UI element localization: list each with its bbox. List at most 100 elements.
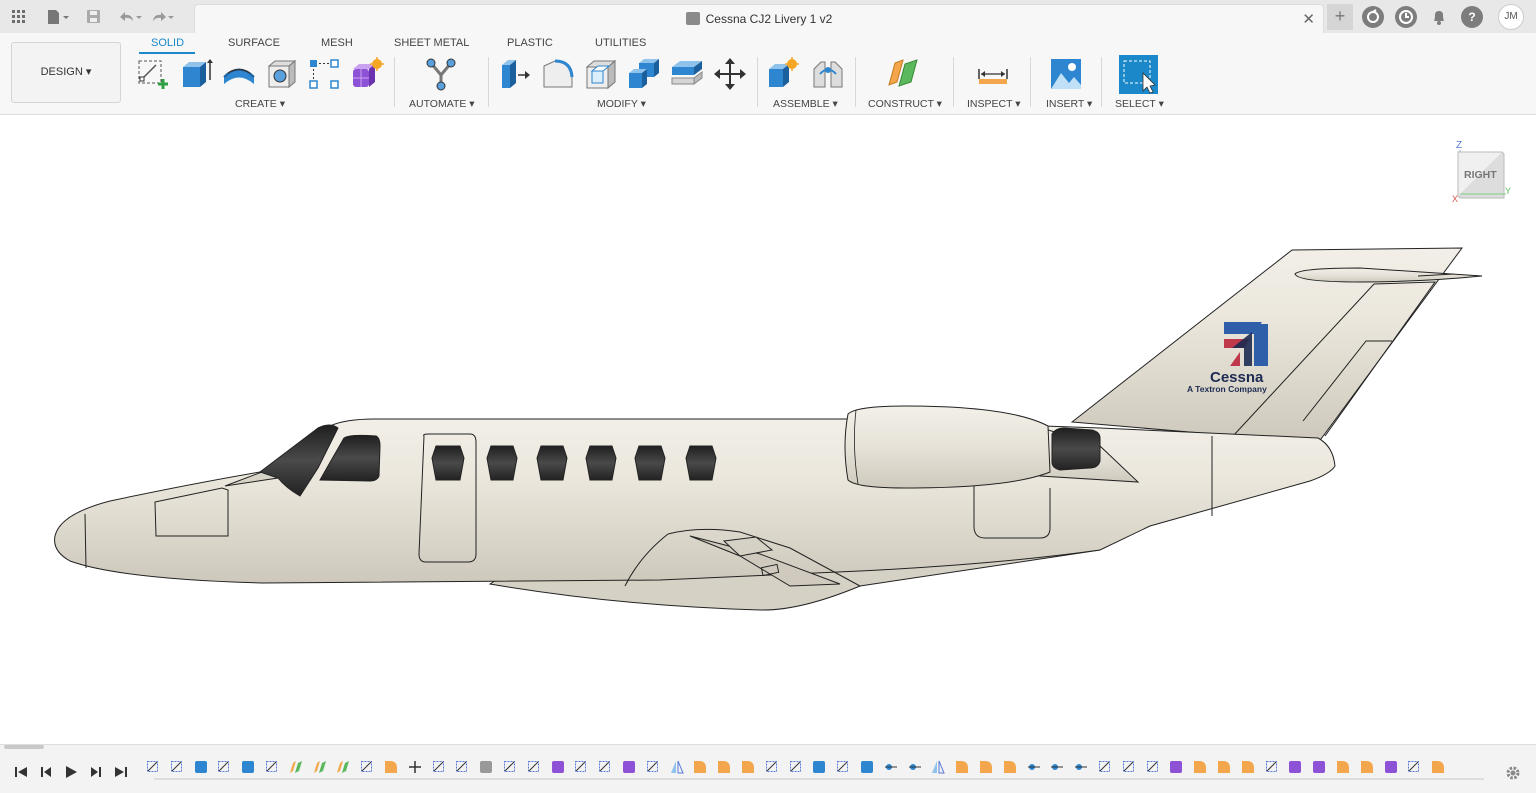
first-icon[interactable] xyxy=(8,765,33,781)
timeline-feature-plane-icon[interactable] xyxy=(336,760,350,774)
timeline-feature-sketch-icon[interactable] xyxy=(1407,760,1421,774)
timeline-feature-sketch-icon[interactable] xyxy=(1146,760,1160,774)
new-tab-button[interactable]: + xyxy=(1327,4,1353,30)
timeline-feature-form-icon[interactable] xyxy=(551,760,565,774)
cabin-window-2[interactable] xyxy=(486,445,518,481)
timeline-feature-fillet-icon[interactable] xyxy=(693,760,707,774)
timeline-feature-fillet-icon[interactable] xyxy=(1217,760,1231,774)
create-form-icon[interactable] xyxy=(350,57,384,91)
canvas-viewport[interactable]: Cessna A Textron Company Z RIGHT Y X xyxy=(0,116,1536,744)
workspace-switcher[interactable]: DESIGN ▾ xyxy=(11,42,121,103)
rectangular-pattern-icon[interactable] xyxy=(307,57,341,91)
insert-image-icon[interactable] xyxy=(1049,57,1083,91)
timeline-feature-plane-icon[interactable] xyxy=(289,760,303,774)
help-icon[interactable]: ? xyxy=(1461,5,1483,28)
aircraft-model[interactable]: Cessna A Textron Company xyxy=(0,116,1536,744)
timeline-feature-fillet-icon[interactable] xyxy=(384,760,398,774)
tab-mesh[interactable]: MESH xyxy=(321,37,353,49)
notifications-icon[interactable] xyxy=(1428,6,1450,28)
timeline-feature-sketch-icon[interactable] xyxy=(1265,760,1279,774)
extrude-icon[interactable] xyxy=(179,57,213,91)
timeline-feature-sketch-icon[interactable] xyxy=(1098,760,1112,774)
cabin-window-6[interactable] xyxy=(685,445,717,481)
timeline-feature-mirror-icon[interactable] xyxy=(670,760,684,774)
timeline-feature-mirror-icon[interactable] xyxy=(931,760,946,774)
timeline-feature-fillet-icon[interactable] xyxy=(955,760,969,774)
timeline-feature-sketch-icon[interactable] xyxy=(646,760,660,774)
close-tab-button[interactable]: ✕ xyxy=(1302,10,1315,28)
play-icon[interactable] xyxy=(58,765,83,781)
timeline-feature-fillet-icon[interactable] xyxy=(1193,760,1207,774)
timeline-scrollbar[interactable] xyxy=(4,745,44,749)
last-icon[interactable] xyxy=(108,765,133,781)
tab-sheet-metal[interactable]: SHEET METAL xyxy=(394,37,469,49)
timeline-feature-sketch-icon[interactable] xyxy=(146,760,160,774)
job-status-icon[interactable] xyxy=(1395,5,1417,28)
timeline-feature-fillet-icon[interactable] xyxy=(1431,760,1445,774)
press-pull-icon[interactable] xyxy=(498,57,532,91)
cabin-window-1[interactable] xyxy=(431,445,465,481)
redo-icon[interactable] xyxy=(148,6,176,28)
timeline-feature-sketch-icon[interactable] xyxy=(503,760,517,774)
timeline-feature-plane-icon[interactable] xyxy=(313,760,327,774)
viewcube[interactable]: Z RIGHT Y X xyxy=(1450,136,1511,206)
combine-icon[interactable] xyxy=(627,57,661,91)
engine-exhaust[interactable] xyxy=(1051,427,1101,471)
cabin-window-5[interactable] xyxy=(634,445,666,481)
offset-plane-icon[interactable] xyxy=(886,57,920,91)
timeline-feature-joint-icon[interactable] xyxy=(1050,760,1064,774)
tab-plastic[interactable]: PLASTIC xyxy=(507,37,553,49)
create-menu[interactable]: CREATE ▾ xyxy=(235,98,285,110)
timeline-feature-joint-icon[interactable] xyxy=(884,760,898,774)
inspect-menu[interactable]: INSPECT ▾ xyxy=(967,98,1021,110)
timeline-feature-fillet-icon[interactable] xyxy=(1336,760,1350,774)
file-icon[interactable] xyxy=(44,6,72,28)
tab-utilities[interactable]: UTILITIES xyxy=(595,37,646,49)
create-sketch-icon[interactable] xyxy=(136,57,170,91)
timeline-feature-sketch-icon[interactable] xyxy=(598,760,612,774)
timeline-feature-sketch-icon[interactable] xyxy=(765,760,779,774)
timeline-feature-joint-icon[interactable] xyxy=(1074,760,1088,774)
timeline-feature-joint-icon[interactable] xyxy=(908,760,922,774)
timeline-feature-fillet-icon[interactable] xyxy=(979,760,993,774)
timeline-feature-form-icon[interactable] xyxy=(1384,760,1398,774)
modify-menu[interactable]: MODIFY ▾ xyxy=(597,98,646,110)
select-menu[interactable]: SELECT ▾ xyxy=(1115,98,1164,110)
hole-icon[interactable] xyxy=(265,57,299,91)
timeline-feature-form-icon[interactable] xyxy=(1169,760,1183,774)
tab-surface[interactable]: SURFACE xyxy=(228,37,280,49)
save-icon[interactable] xyxy=(82,6,104,28)
timeline-feature-form-icon[interactable] xyxy=(622,760,636,774)
timeline-feature-extrude-icon[interactable] xyxy=(194,760,208,774)
move-icon[interactable] xyxy=(713,57,747,91)
timeline-feature-form-icon[interactable] xyxy=(1312,760,1326,774)
timeline-settings-gear-icon[interactable] xyxy=(1505,765,1521,786)
measure-icon[interactable] xyxy=(976,57,1010,91)
timeline-feature-sketch-icon[interactable] xyxy=(432,760,446,774)
timeline-feature-sketch-icon[interactable] xyxy=(836,760,850,774)
tab-solid[interactable]: SOLID xyxy=(151,37,184,49)
previous-icon[interactable] xyxy=(33,765,58,781)
construct-menu[interactable]: CONSTRUCT ▾ xyxy=(868,98,942,110)
timeline-feature-sketch-icon[interactable] xyxy=(789,760,803,774)
automate-icon[interactable] xyxy=(424,57,458,91)
timeline-feature-move-icon[interactable] xyxy=(408,760,422,774)
fillet-icon[interactable] xyxy=(541,57,575,91)
insert-menu[interactable]: INSERT ▾ xyxy=(1046,98,1092,110)
timeline-feature-sketch-icon[interactable] xyxy=(170,760,184,774)
assemble-menu[interactable]: ASSEMBLE ▾ xyxy=(773,98,838,110)
timeline-feature-fillet-icon[interactable] xyxy=(1241,760,1255,774)
timeline-feature-body-icon[interactable] xyxy=(860,760,874,774)
timeline-feature-sketch-icon[interactable] xyxy=(1122,760,1136,774)
new-component-icon[interactable] xyxy=(767,57,801,91)
offset-face-icon[interactable] xyxy=(670,57,704,91)
timeline-feature-sketch-icon[interactable] xyxy=(265,760,279,774)
user-avatar[interactable]: JM xyxy=(1498,3,1524,30)
timeline-feature-fillet-icon[interactable] xyxy=(1003,760,1017,774)
shell-icon[interactable] xyxy=(584,57,618,91)
timeline-feature-sketch-icon[interactable] xyxy=(217,760,231,774)
select-icon[interactable] xyxy=(1119,55,1158,94)
timeline-feature-fillet-icon[interactable] xyxy=(717,760,731,774)
timeline-feature-sketch-icon[interactable] xyxy=(574,760,588,774)
joint-icon[interactable] xyxy=(811,57,845,91)
